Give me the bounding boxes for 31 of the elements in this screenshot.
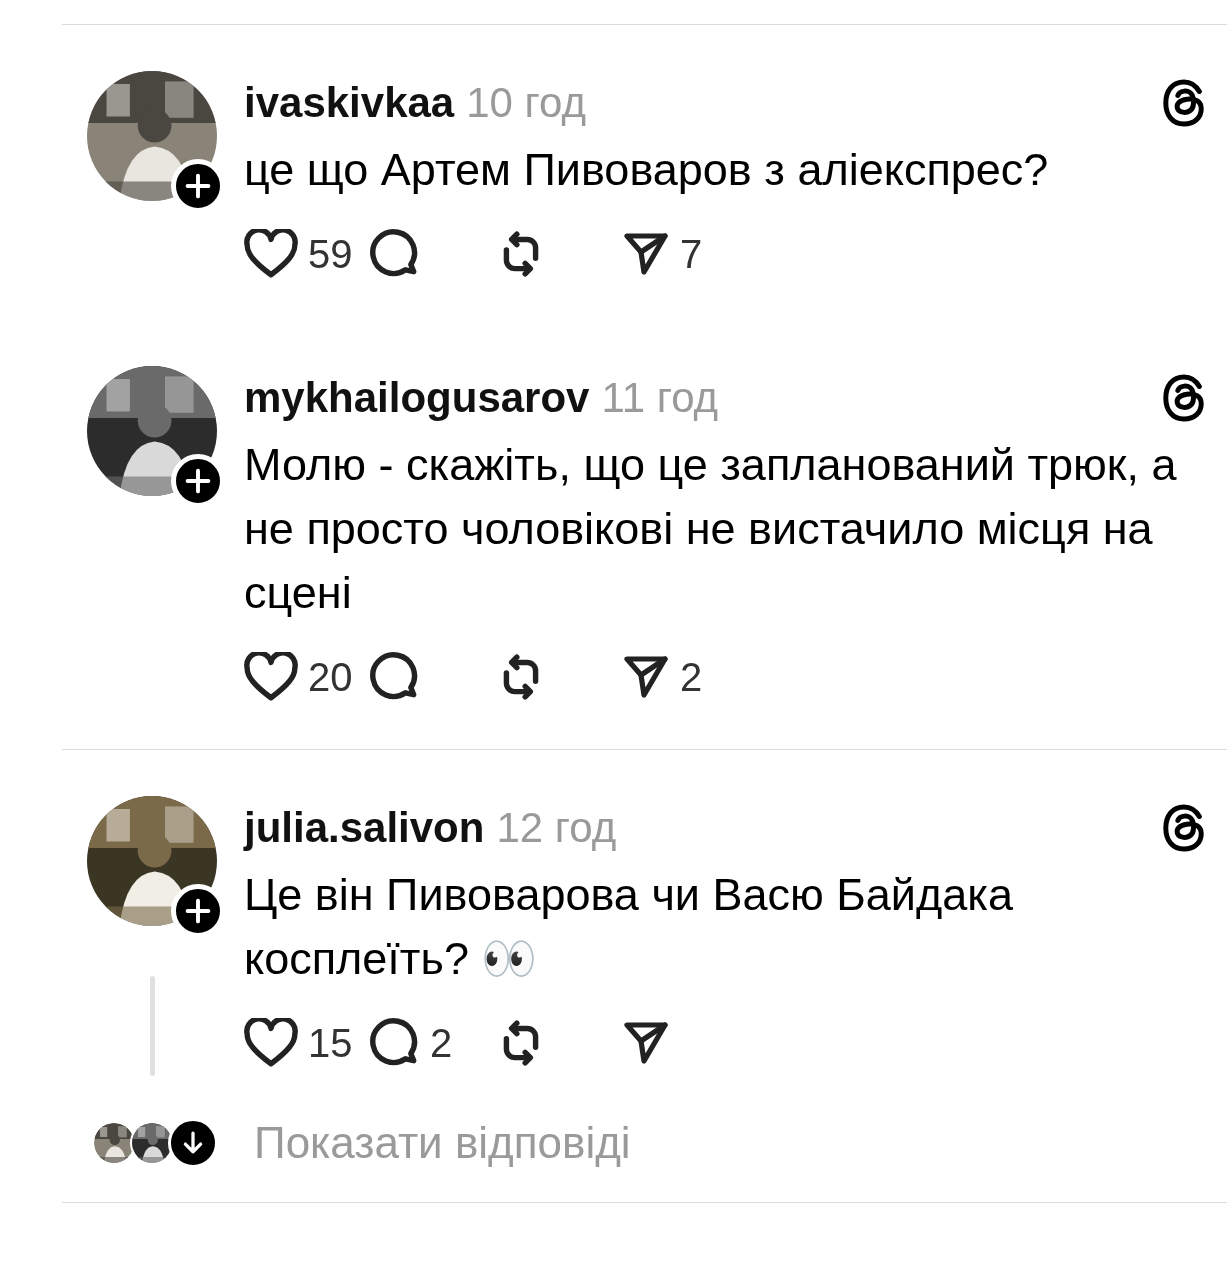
plus-icon [185,468,211,494]
share-icon [622,653,670,701]
post-text: Молю - скажіть, що це запланований трюк, а не просто чоловікові не вистачило місця на сцені [244,438,1178,620]
heart-icon [244,1018,298,1068]
share-button[interactable]: 2 [622,647,748,707]
reply-button[interactable]: 2 [370,1013,496,1073]
post-text: Це він Пивоварова чи Васю Байдака косплеїть? 👀 [244,868,1014,986]
heart-icon [244,229,298,279]
share-icon [622,230,670,278]
comment-icon [370,652,420,702]
plus-icon [185,898,211,924]
plus-icon [185,173,211,199]
like-button[interactable]: 59 [244,224,370,284]
share-button[interactable]: 7 [622,224,748,284]
username[interactable]: mykhailogusarov [244,366,590,429]
threads-logo-icon[interactable] [1161,372,1207,423]
post-time: 11 год [601,373,719,423]
post-time: 12 год [496,803,617,853]
comment-icon [370,229,420,279]
heart-icon [244,652,298,702]
like-button[interactable]: 20 [244,647,370,707]
username[interactable]: ivaskivkaa [244,71,455,134]
username[interactable]: julia.salivon [244,796,485,859]
down-arrow-icon [182,1131,204,1155]
share-icon [622,1019,670,1067]
threads-logo-icon[interactable] [1161,77,1207,128]
post-time: 10 год [466,78,586,128]
threads-logo-icon[interactable] [1161,802,1207,853]
comment-icon [370,1018,420,1068]
post-text: це що Артем Пивоваров з аліекспрес? [244,143,1050,197]
like-button[interactable]: 15 [244,1013,370,1073]
